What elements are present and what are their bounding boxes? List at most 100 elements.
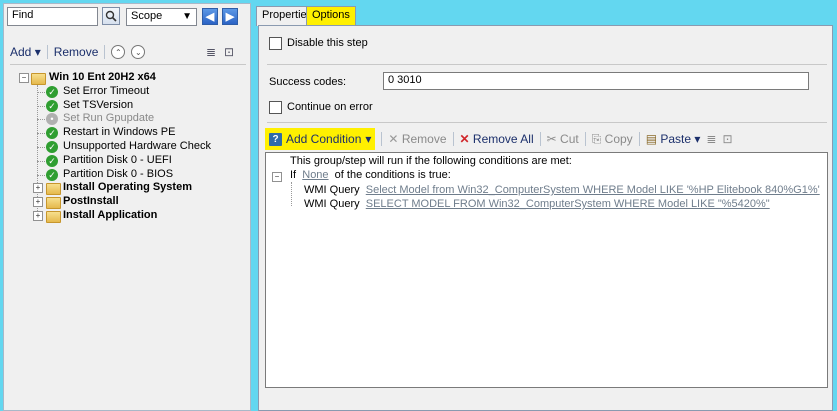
condition-query-link[interactable]: SELECT MODEL FROM Win32_ComputerSystem W… [366, 198, 770, 210]
move-up-icon[interactable]: ⌃ [111, 45, 126, 59]
tree-group[interactable]: + PostInstall [19, 195, 249, 210]
tree-step-label: Partition Disk 0 - UEFI [63, 153, 172, 166]
folder-icon [46, 210, 61, 223]
tree-step-label: Set TSVersion [63, 98, 134, 111]
tree-step[interactable]: ✓ Partition Disk 0 - UEFI [19, 154, 249, 168]
find-input[interactable]: Find [7, 7, 98, 26]
search-button[interactable] [102, 7, 120, 25]
success-check-icon: ✓ [46, 154, 58, 167]
condition-query-link[interactable]: Select Model from Win32_ComputerSystem W… [366, 184, 820, 196]
condition-toolbar: ? Add Condition ▾ ✕ Remove ✕ Remove All … [265, 128, 828, 150]
conditions-intro: This group/step will run if the followin… [290, 155, 572, 167]
condition-item[interactable]: WMI Query Select Model from Win32_Comput… [304, 184, 820, 196]
continue-on-error-checkbox[interactable] [269, 101, 282, 114]
tree-group-label: Install Operating System [63, 181, 192, 194]
copy-icon: ⎘ [591, 131, 602, 146]
tree-toolbar: Add ▾ Remove ⌃ ⌄ ≣ ⊡ [10, 44, 234, 60]
back-arrow-icon: ◀ [205, 11, 215, 23]
step-details-pane: Properties Options Disable this step Suc… [256, 3, 837, 411]
cut-icon: ✂ [546, 132, 557, 146]
tree-root[interactable]: − Win 10 Ent 20H2 x64 [19, 71, 249, 85]
properties-icon[interactable]: ≣ [206, 45, 216, 59]
success-check-icon: ✓ [46, 168, 58, 181]
divider [10, 64, 246, 65]
disable-step-label: Disable this step [287, 37, 368, 49]
delete-icon: ✕ [388, 132, 399, 146]
tree-step[interactable]: ✓ Partition Disk 0 - BIOS [19, 168, 249, 182]
task-sequence-tree: − Win 10 Ent 20H2 x64 ✓ Set Error Timeou… [19, 71, 249, 223]
success-check-icon: ✓ [46, 140, 58, 153]
tree-group[interactable]: + Install Application [19, 209, 249, 223]
tree-step[interactable]: ✓ Restart in Windows PE [19, 126, 249, 140]
tree-group-label: Install Application [63, 208, 158, 221]
toolbar-separator [452, 132, 454, 146]
tree-step-label: Partition Disk 0 - BIOS [63, 167, 174, 180]
expand-icon[interactable]: + [33, 210, 43, 221]
tree-step-label: Set Run Gpupdate [63, 112, 155, 125]
folder-icon [46, 183, 61, 196]
expand-icon[interactable]: + [33, 197, 43, 208]
divider [267, 64, 827, 65]
success-check-icon: ✓ [46, 85, 58, 98]
help-icon[interactable]: ⊡ [722, 132, 732, 146]
folder-icon [46, 197, 61, 210]
tree-step-disabled[interactable]: • Set Run Gpupdate [19, 112, 249, 126]
chevron-down-icon: ▾ [365, 132, 372, 146]
search-icon [105, 10, 117, 22]
success-check-icon: ✓ [46, 127, 58, 140]
divider [267, 122, 827, 123]
folder-icon [31, 73, 46, 85]
remove-all-button[interactable]: ✕ Remove All [460, 132, 534, 146]
remove-button[interactable]: Remove [54, 45, 99, 59]
task-sequence-tree-pane: Find Scope ▼ ◀ ▶ Add ▾ Remove ⌃ ⌄ ≣ ⊡ − … [3, 3, 251, 411]
tree-group[interactable]: + Install Operating System [19, 181, 249, 196]
paste-icon: ▤ [645, 132, 658, 146]
operator-link[interactable]: None [302, 169, 328, 181]
properties-icon[interactable]: ≣ [706, 132, 716, 146]
condition-item[interactable]: WMI Query SELECT MODEL FROM Win32_Comput… [304, 198, 770, 210]
forward-button[interactable]: ▶ [222, 8, 238, 25]
tree-step-selected[interactable]: ✓ Unsupported Hardware Check [19, 140, 249, 154]
toolbar-separator [46, 45, 48, 59]
toolbar-separator [539, 132, 541, 146]
disable-step-checkbox[interactable] [269, 37, 282, 50]
expand-icon[interactable]: + [33, 183, 43, 194]
tree-step[interactable]: ✓ Set TSVersion [19, 99, 249, 113]
tree-connector [291, 182, 292, 206]
tree-step-label: Restart in Windows PE [63, 126, 176, 139]
tree-step-label: Unsupported Hardware Check [63, 139, 211, 152]
add-menu-button[interactable]: Add ▾ [10, 45, 41, 59]
conditions-tree: This group/step will run if the followin… [265, 152, 828, 388]
if-statement[interactable]: If None of the conditions is true: [290, 169, 451, 181]
add-condition-label: Add Condition [286, 132, 362, 146]
tab-options[interactable]: Options [306, 6, 356, 26]
chevron-down-icon: ▼ [182, 11, 192, 22]
collapse-icon[interactable]: − [272, 172, 282, 182]
success-codes-input[interactable]: 0 3010 [383, 72, 809, 90]
disabled-step-icon: • [46, 113, 58, 126]
toolbar-separator [584, 132, 586, 146]
collapse-icon[interactable]: − [19, 73, 29, 83]
tree-group-label: PostInstall [63, 195, 119, 208]
paste-button[interactable]: ▤ Paste ▾ [646, 132, 701, 146]
tree-step[interactable]: ✓ Set Error Timeout [19, 85, 249, 99]
help-icon[interactable]: ⊡ [224, 45, 234, 59]
remove-condition-button[interactable]: ✕ Remove [388, 132, 446, 146]
options-panel: Disable this step Success codes: 0 3010 … [258, 25, 833, 411]
forward-arrow-icon: ▶ [225, 11, 235, 23]
toolbar-separator [104, 45, 106, 59]
help-condition-icon: ? [269, 132, 282, 146]
toolbar-separator [381, 132, 383, 146]
success-codes-label: Success codes: [269, 76, 347, 88]
continue-on-error-label: Continue on error [287, 101, 373, 113]
success-check-icon: ✓ [46, 99, 58, 112]
scope-dropdown[interactable]: Scope ▼ [126, 8, 197, 26]
toolbar-separator [638, 132, 640, 146]
copy-button[interactable]: ⎘ Copy [592, 132, 633, 147]
move-down-icon[interactable]: ⌄ [131, 45, 146, 59]
add-condition-button[interactable]: ? Add Condition ▾ [265, 128, 376, 150]
cut-button[interactable]: ✂ Cut [547, 132, 579, 146]
tree-step-label: Set Error Timeout [63, 84, 150, 97]
tree-root-label: Win 10 Ent 20H2 x64 [49, 71, 156, 83]
back-button[interactable]: ◀ [202, 8, 218, 25]
